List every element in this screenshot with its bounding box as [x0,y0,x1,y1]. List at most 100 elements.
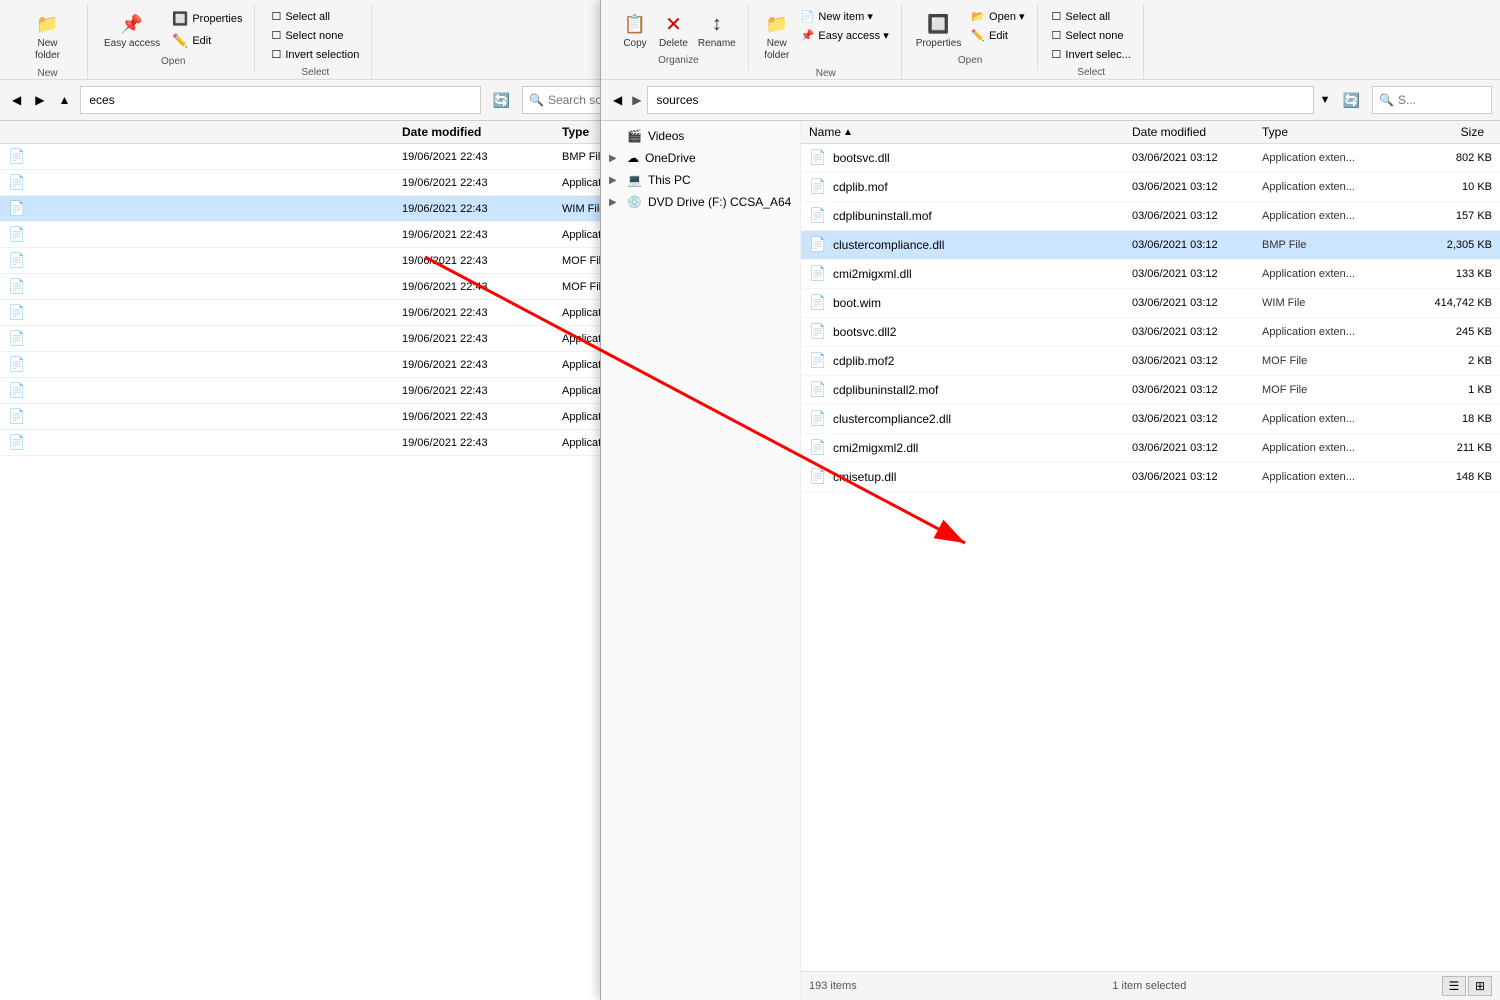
right-file-icon: 📄 [809,207,827,225]
forward-button[interactable]: ▶ [31,91,48,109]
nav-item[interactable]: 🎬 Videos [601,125,800,147]
right-file-name: 📄 cmi2migxml2.dll [809,439,1132,457]
right-file-row[interactable]: 📄 cdplibuninstall2.mof 03/06/2021 03:12 … [801,376,1500,405]
right-file-name-text: clustercompliance2.dll [833,412,951,426]
file-date: 19/06/2021 22:43 [402,177,562,189]
file-icon-name: 📄 [8,304,402,321]
right-selected-count: 1 item selected [1112,980,1186,992]
invert-selection-button[interactable]: ☐ Invert selection [267,46,363,63]
right-ribbon: 📋 Copy ✕ Delete ↕ Rename Organize 📁 Ne [601,0,1500,80]
select-none-button[interactable]: ☐ Select none [267,27,363,44]
right-search-input[interactable] [1398,93,1485,107]
nav-icon: 🎬 [627,129,642,143]
right-refresh-button[interactable]: 🔄 [1337,90,1366,111]
right-easy-access-icon: 📌 [801,29,815,42]
right-new-folder-button[interactable]: 📁 Newfolder [759,8,795,64]
right-select-none-label: Select none [1065,30,1123,42]
delete-button[interactable]: ✕ Delete [655,8,692,51]
large-icons-view-button[interactable]: ⊞ [1468,976,1492,996]
right-col-headers: Name ▲ Date modified Type Size [801,121,1500,144]
properties-button[interactable]: 🔲 Properties [168,9,246,29]
right-new-sub-buttons: 📄 New item ▾ 📌 Easy access ▾ [797,8,893,44]
right-file-size: 10 KB [1412,181,1492,193]
right-file-size: 245 KB [1412,326,1492,338]
nav-icon: 💿 [627,195,642,209]
right-file-size: 18 KB [1412,413,1492,425]
right-file-row[interactable]: 📄 cmisetup.dll 03/06/2021 03:12 Applicat… [801,463,1500,492]
right-easy-access-button[interactable]: 📌 Easy access ▾ [797,27,893,44]
right-select-none-button[interactable]: ☐ Select none [1048,27,1135,44]
right-address-input[interactable] [647,86,1313,114]
right-file-row[interactable]: 📄 clustercompliance.dll 03/06/2021 03:12… [801,231,1500,260]
right-col-name[interactable]: Name ▲ [809,125,1132,139]
right-file-name: 📄 clustercompliance.dll [809,236,1132,254]
expand-arrow: ▶ [609,197,621,208]
right-ribbon-select: ☐ Select all ☐ Select none ☐ Invert sele… [1040,4,1144,82]
new-item-button[interactable]: 📄 New item ▾ [797,8,893,25]
right-file-row[interactable]: 📄 cdplibuninstall.mof 03/06/2021 03:12 A… [801,202,1500,231]
right-file-row[interactable]: 📄 bootsvc.dll2 03/06/2021 03:12 Applicat… [801,318,1500,347]
file-icon: 📄 [8,278,25,295]
easy-access-button[interactable]: 📌 Easy access [100,8,164,52]
rename-button[interactable]: ↕ Rename [694,8,740,51]
right-file-date: 03/06/2021 03:12 [1132,210,1262,222]
new-item-label: New item ▾ [818,10,872,23]
right-file-row[interactable]: 📄 cdplib.mof2 03/06/2021 03:12 MOF File … [801,347,1500,376]
right-file-size: 2,305 KB [1412,239,1492,251]
nav-item[interactable]: ▶ ☁ OneDrive [601,147,800,169]
up-button[interactable]: ▲ [54,91,74,109]
right-file-row[interactable]: 📄 clustercompliance2.dll 03/06/2021 03:1… [801,405,1500,434]
right-file-icon: 📄 [809,236,827,254]
right-file-row[interactable]: 📄 boot.wim 03/06/2021 03:12 WIM File 414… [801,289,1500,318]
nav-item[interactable]: ▶ 💿 DVD Drive (F:) CCSA_A64 [601,191,800,213]
refresh-button[interactable]: 🔄 [487,90,516,111]
right-edit-button[interactable]: ✏️ Edit [967,27,1028,44]
file-date: 19/06/2021 22:43 [402,437,562,449]
invert-selection-label: Invert selection [285,49,359,61]
right-new-folder-icon: 📁 [763,10,791,38]
select-none-label: Select none [285,30,343,42]
expand-arrow: ▶ [609,175,621,186]
right-col-date[interactable]: Date modified [1132,125,1262,139]
file-icon-name: 📄 [8,200,402,217]
select-all-button[interactable]: ☐ Select all [267,8,363,25]
right-select-all-button[interactable]: ☐ Select all [1048,8,1135,25]
right-file-row[interactable]: 📄 cmi2migxml2.dll 03/06/2021 03:12 Appli… [801,434,1500,463]
right-select-all-icon: ☐ [1052,10,1062,23]
address-input[interactable] [80,86,480,114]
right-expand-btn[interactable]: ▼ [1320,94,1331,106]
right-file-name: 📄 clustercompliance2.dll [809,410,1132,428]
nav-label: OneDrive [645,151,696,165]
right-file-name-text: bootsvc.dll2 [833,325,896,339]
right-file-row[interactable]: 📄 cmi2migxml.dll 03/06/2021 03:12 Applic… [801,260,1500,289]
right-col-size[interactable]: Size [1412,125,1492,139]
details-view-button[interactable]: ☰ [1442,976,1466,996]
col-header-date[interactable]: Date modified [402,125,562,139]
right-back-button[interactable]: ◀ [609,91,626,109]
back-button[interactable]: ◀ [8,91,25,109]
view-buttons: ☰ ⊞ [1442,976,1492,996]
right-properties-button[interactable]: 🔲 Properties [912,8,966,51]
right-file-row[interactable]: 📄 bootsvc.dll 03/06/2021 03:12 Applicati… [801,144,1500,173]
edit-button[interactable]: ✏️ Edit [168,31,246,51]
file-icon-name: 📄 [8,434,402,451]
right-file-date: 03/06/2021 03:12 [1132,471,1262,483]
right-file-size: 2 KB [1412,355,1492,367]
new-folder-button[interactable]: 📁 Newfolder [30,8,66,64]
right-open-sub-buttons: 📂 Open ▾ ✏️ Edit [967,8,1028,44]
file-icon: 📄 [8,174,25,191]
right-open-icon: 📂 [971,10,985,23]
rename-icon: ↕ [703,10,731,38]
right-file-row[interactable]: 📄 cdplib.mof 03/06/2021 03:12 Applicatio… [801,173,1500,202]
right-invert-button[interactable]: ☐ Invert selec... [1048,46,1135,63]
expand-arrow: ▶ [609,153,621,164]
file-icon-name: 📄 [8,408,402,425]
nav-item[interactable]: ▶ 💻 This PC [601,169,800,191]
right-file-icon: 📄 [809,381,827,399]
copy-button[interactable]: 📋 Copy [617,8,653,51]
right-col-type[interactable]: Type [1262,125,1412,139]
file-icon-name: 📄 [8,148,402,165]
right-file-name: 📄 boot.wim [809,294,1132,312]
right-open-button[interactable]: 📂 Open ▾ [967,8,1028,25]
delete-label: Delete [659,38,688,49]
